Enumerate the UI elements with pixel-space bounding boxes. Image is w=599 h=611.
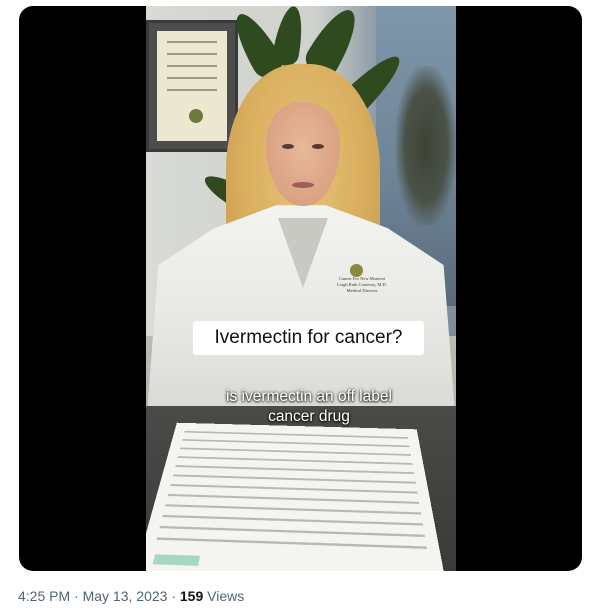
video-player[interactable]: Cancer For New Moment Leigh Ruth Comerny… (19, 6, 582, 571)
paper-text-line (162, 514, 423, 526)
paper-text-line (184, 430, 409, 439)
paper-text-line (175, 465, 415, 474)
paper-text-line (170, 484, 418, 494)
subtitle-line: cancer drug (268, 408, 350, 425)
meta-separator: · (70, 588, 83, 604)
diploma-line (167, 89, 217, 91)
mouth (292, 182, 314, 188)
tweet-meta: 4:25 PM · May 13, 2023 · 159 Views (18, 588, 244, 604)
paper-text-line (180, 447, 412, 456)
framed-diploma (146, 20, 238, 152)
tweet-media-page: Cancer For New Moment Leigh Ruth Comerny… (0, 0, 599, 611)
video-subtitle: is ivermectin an off label cancer drug (209, 387, 409, 427)
paper-text-line (173, 474, 416, 484)
meta-separator: · (167, 588, 180, 604)
paper-text-line (177, 456, 413, 465)
tweet-time[interactable]: 4:25 PM (18, 588, 70, 604)
coat-embroidery-line: Medical Director (346, 288, 378, 293)
diploma-line (167, 77, 217, 79)
tweet-date[interactable]: May 13, 2023 (83, 588, 168, 604)
subtitle-line: is ivermectin an off label (226, 388, 392, 405)
paper-text-line (156, 537, 427, 549)
diploma-line (167, 41, 217, 43)
views-label: Views (203, 588, 245, 604)
left-eye (282, 144, 294, 149)
video-title-caption: Ivermectin for cancer? (193, 321, 424, 355)
paper-text-line (165, 504, 422, 514)
views-count: 159 (179, 588, 204, 604)
paper-text-line (159, 525, 425, 537)
diploma-seal (189, 109, 203, 123)
right-eye (312, 144, 324, 149)
diploma-line (167, 53, 217, 55)
diploma-line (167, 65, 217, 67)
paper-highlight (152, 554, 200, 566)
paper-text-line (167, 493, 420, 504)
window-tree (396, 66, 456, 226)
printed-document (146, 422, 449, 571)
diploma-paper (157, 31, 227, 141)
paper-text-line (182, 439, 410, 447)
video-frame-image: Cancer For New Moment Leigh Ruth Comerny… (146, 6, 456, 571)
coat-embroidery: Cancer For New Moment Leigh Ruth Comerny… (332, 276, 392, 294)
